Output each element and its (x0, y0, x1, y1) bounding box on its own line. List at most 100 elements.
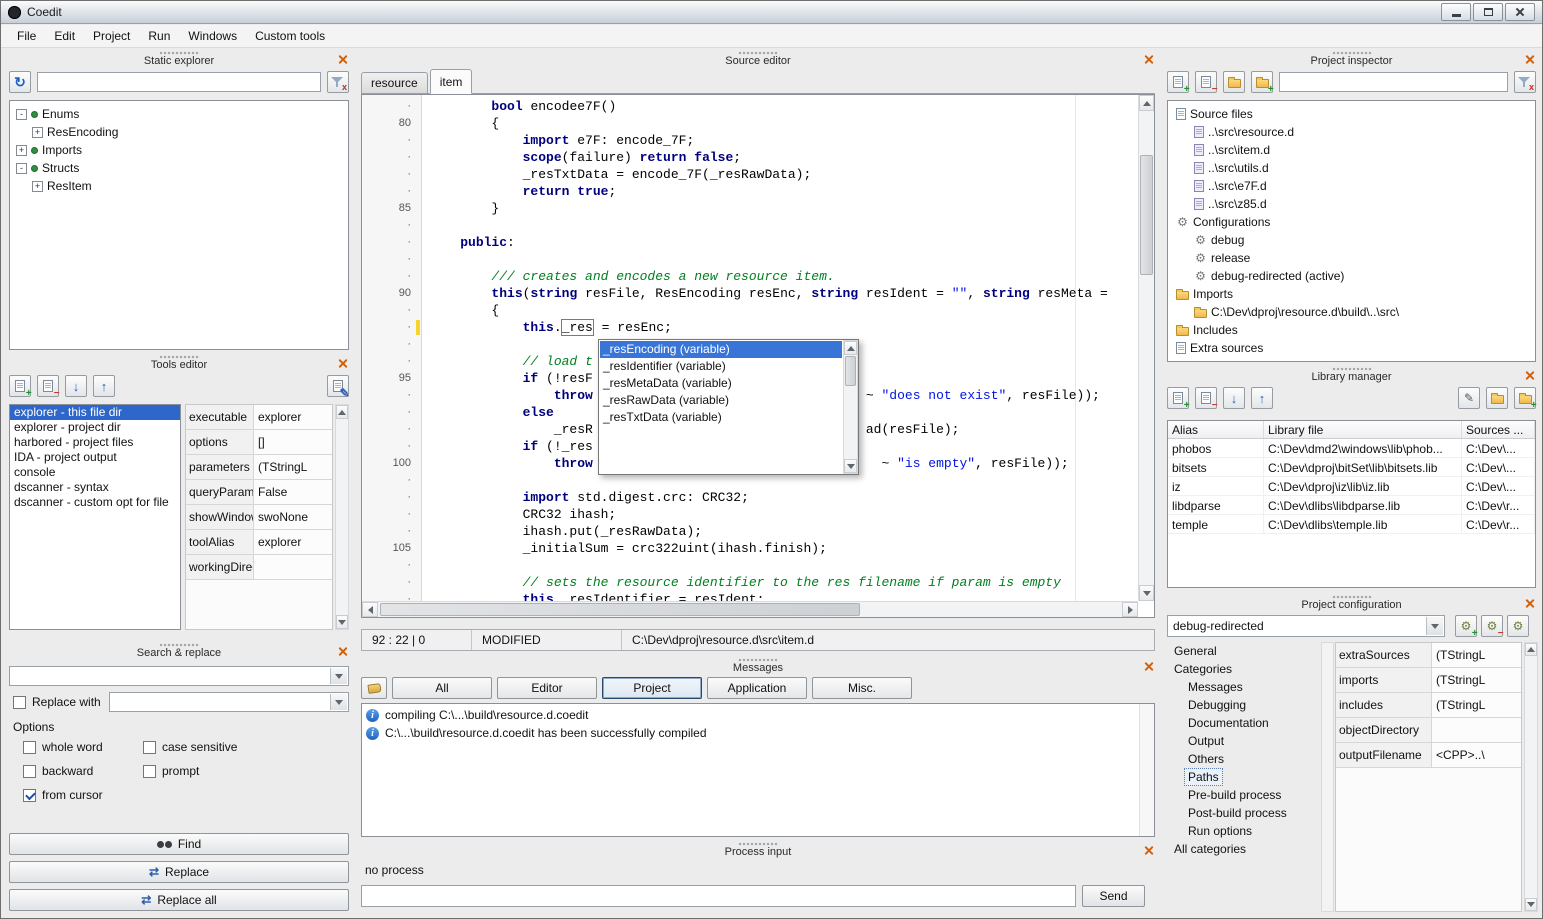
checkbox-box[interactable] (23, 765, 36, 778)
scroll-up-button[interactable] (1139, 95, 1154, 111)
category-item-general[interactable]: General (1167, 642, 1319, 660)
project-tree-item[interactable]: ..\src\z85.d (1168, 195, 1535, 213)
move-library-down-button[interactable] (1223, 387, 1245, 409)
project-tree-item[interactable]: Source files (1168, 105, 1535, 123)
search-term-combo[interactable] (9, 666, 349, 686)
library-row[interactable]: izC:\Dev\dproj\iz\lib\iz.libC:\Dev\... (1168, 477, 1535, 496)
panel-close-icon[interactable] (1143, 661, 1154, 672)
message-row[interactable]: C:\...\build\resource.d.coedit has been … (362, 724, 1154, 742)
project-tree-item[interactable]: Extra sources (1168, 339, 1535, 357)
property-value[interactable]: <CPP>..\ (1432, 743, 1521, 767)
panel-close-icon[interactable] (1143, 54, 1154, 65)
code-line[interactable]: · scope(failure) return false; (362, 149, 1138, 166)
code-line[interactable]: · { (362, 302, 1138, 319)
property-value[interactable]: (TStringL (1432, 668, 1521, 692)
filter-button[interactable] (327, 71, 349, 93)
scroll-up-button[interactable] (336, 405, 348, 419)
tool-list-item[interactable]: dscanner - syntax (10, 480, 180, 495)
remove-tool-button[interactable] (37, 375, 59, 397)
add-source-button[interactable] (1167, 71, 1189, 93)
filter-button-editor[interactable]: Editor (497, 677, 597, 699)
tools-scrollbar[interactable] (335, 404, 349, 630)
project-tree-item[interactable]: release (1168, 249, 1535, 267)
category-item-paths[interactable]: Paths (1167, 768, 1319, 786)
category-item-pre-build-process[interactable]: Pre-build process (1167, 786, 1319, 804)
checkbox-box[interactable] (23, 789, 36, 802)
edit-tool-button[interactable] (327, 375, 349, 397)
categories-tag-button[interactable] (361, 677, 387, 699)
category-item-messages[interactable]: Messages (1167, 678, 1319, 696)
tree-toggle[interactable]: - (16, 109, 27, 120)
tab-item[interactable]: item (430, 69, 473, 94)
tree-item-enums[interactable]: -Enums (10, 105, 348, 123)
code-line[interactable]: · CRC32 ihash; (362, 506, 1138, 523)
checkbox-box[interactable] (13, 696, 26, 709)
refresh-button[interactable] (9, 71, 31, 93)
close-button[interactable] (1505, 3, 1535, 21)
send-button[interactable]: Send (1082, 885, 1145, 907)
titlebar[interactable]: Coedit (1, 1, 1542, 24)
category-item-others[interactable]: Others (1167, 750, 1319, 768)
category-item-all-categories[interactable]: All categories (1167, 840, 1319, 858)
panel-close-icon[interactable] (337, 646, 348, 657)
code-line[interactable]: · import e7F: encode_7F; (362, 132, 1138, 149)
property-value[interactable]: swoNone (254, 505, 332, 529)
panel-close-icon[interactable] (1143, 845, 1154, 856)
panel-header[interactable]: Messages (357, 657, 1159, 675)
checkbox-box[interactable] (23, 741, 36, 754)
config-grid-scrollbar[interactable] (1524, 642, 1538, 912)
filter-button-misc[interactable]: Misc. (812, 677, 912, 699)
property-value[interactable]: (TStringL (1432, 643, 1521, 667)
inspector-filter-input[interactable] (1279, 72, 1508, 92)
code-editor[interactable]: · bool encodee7F()80 {· import e7F: enco… (361, 94, 1155, 618)
project-tree-item[interactable]: ..\src\resource.d (1168, 123, 1535, 141)
menu-file[interactable]: File (9, 26, 44, 46)
code-line[interactable]: · import std.digest.crc: CRC32; (362, 489, 1138, 506)
tree-toggle[interactable]: + (16, 145, 27, 156)
edit-library-button[interactable] (1458, 387, 1480, 409)
tool-list-item[interactable]: explorer - this file dir (10, 405, 180, 420)
project-tree-item[interactable]: Configurations (1168, 213, 1535, 231)
property-value[interactable]: explorer (254, 405, 332, 429)
editor-vscrollbar[interactable] (1138, 95, 1154, 601)
move-tool-up-button[interactable] (93, 375, 115, 397)
panel-close-icon[interactable] (1524, 598, 1535, 609)
scroll-thumb[interactable] (845, 356, 856, 386)
editor-hscrollbar[interactable] (362, 601, 1138, 617)
scroll-thumb[interactable] (1140, 155, 1153, 275)
scroll-up-button[interactable] (1525, 643, 1537, 656)
replace-button[interactable]: Replace (9, 861, 349, 883)
checkbox-box[interactable] (143, 765, 156, 778)
code-line[interactable]: · this._res = resEnc; (362, 319, 1138, 336)
add-tool-button[interactable] (9, 375, 31, 397)
property-value[interactable] (254, 555, 332, 579)
menu-edit[interactable]: Edit (46, 26, 83, 46)
combo-drop-button[interactable] (1426, 617, 1443, 635)
menu-run[interactable]: Run (140, 26, 178, 46)
checkbox-backward[interactable]: backward (23, 762, 143, 780)
tree-toggle[interactable]: + (32, 181, 43, 192)
combo-drop-button[interactable] (330, 694, 347, 710)
panel-header[interactable]: Process input (357, 841, 1159, 859)
completion-item[interactable]: _resRawData (variable) (600, 392, 842, 409)
panel-header[interactable]: Static explorer (5, 50, 353, 68)
checkbox-box[interactable] (143, 741, 156, 754)
library-row[interactable]: libdparseC:\Dev\dlibs\libdparse.libC:\De… (1168, 496, 1535, 515)
category-item-categories[interactable]: Categories (1167, 660, 1319, 678)
project-tree-item[interactable]: C:\Dev\dproj\resource.d\build\..\src\ (1168, 303, 1535, 321)
category-item-run-options[interactable]: Run options (1167, 822, 1319, 840)
scroll-up-button[interactable] (844, 341, 857, 355)
panel-close-icon[interactable] (1524, 54, 1535, 65)
property-value[interactable]: (TStringL (1432, 693, 1521, 717)
panel-header[interactable]: Source editor (357, 50, 1159, 68)
property-value[interactable]: explorer (254, 530, 332, 554)
add-folder-sources-button[interactable] (1251, 71, 1273, 93)
code-line[interactable]: · (362, 557, 1138, 574)
code-line[interactable]: 80 { (362, 115, 1138, 132)
category-item-documentation[interactable]: Documentation (1167, 714, 1319, 732)
move-tool-down-button[interactable] (65, 375, 87, 397)
library-from-folder-button[interactable] (1486, 387, 1508, 409)
project-tree-item[interactable]: Imports (1168, 285, 1535, 303)
scroll-down-button[interactable] (336, 615, 348, 629)
symbol-filter-input[interactable] (37, 72, 321, 92)
